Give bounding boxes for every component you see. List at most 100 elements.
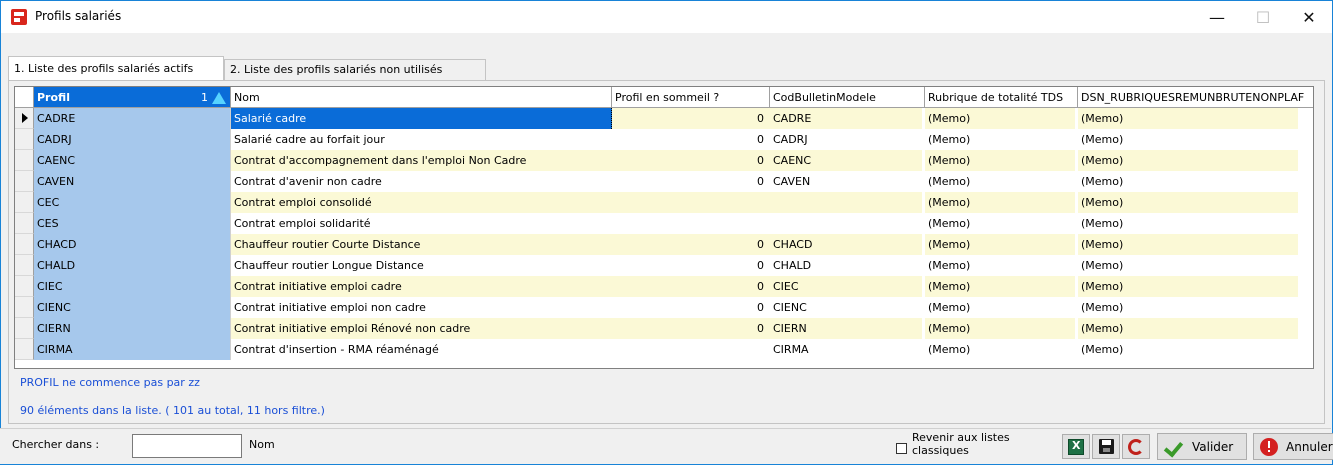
row-indicator[interactable] — [15, 192, 34, 213]
cell-sommeil[interactable] — [612, 192, 766, 213]
cell-sommeil[interactable]: 0 — [612, 171, 766, 192]
row-indicator[interactable] — [15, 339, 34, 360]
cell-profil[interactable]: CIEC — [34, 276, 231, 297]
cell-codbul[interactable]: CIERN — [770, 318, 922, 339]
cell-sommeil[interactable]: 0 — [612, 129, 766, 150]
cell-profil[interactable]: CADRJ — [34, 129, 231, 150]
cell-codbul[interactable]: CIEC — [770, 276, 922, 297]
cell-dsn[interactable]: (Memo) — [1078, 108, 1298, 129]
annuler-button[interactable]: Annuler — [1253, 433, 1333, 460]
cell-nom[interactable]: Contrat initiative emploi cadre — [231, 276, 612, 297]
cell-profil[interactable]: CAENC — [34, 150, 231, 171]
cell-sommeil[interactable]: 0 — [612, 234, 766, 255]
cell-codbul[interactable]: CIRMA — [770, 339, 922, 360]
cell-dsn[interactable]: (Memo) — [1078, 150, 1298, 171]
cell-rubrique[interactable]: (Memo) — [925, 297, 1075, 318]
table-row[interactable]: CIRMA Contrat d'insertion - RMA réaménagé… — [15, 339, 1313, 360]
cell-rubrique[interactable]: (Memo) — [925, 234, 1075, 255]
row-indicator[interactable] — [15, 234, 34, 255]
row-indicator[interactable] — [15, 129, 34, 150]
cell-dsn[interactable]: (Memo) — [1078, 192, 1298, 213]
current-row-indicator-icon[interactable] — [15, 108, 34, 129]
table-row[interactable]: CES Contrat emploi solidarité (Memo) (Memo) — [15, 213, 1313, 234]
cell-rubrique[interactable]: (Memo) — [925, 255, 1075, 276]
cell-rubrique[interactable]: (Memo) — [925, 129, 1075, 150]
cell-codbul[interactable]: CAENC — [770, 150, 922, 171]
cell-dsn[interactable]: (Memo) — [1078, 276, 1298, 297]
cell-rubrique[interactable]: (Memo) — [925, 339, 1075, 360]
cell-sommeil[interactable] — [612, 339, 766, 360]
save-layout-button[interactable] — [1092, 434, 1120, 459]
column-header-rubrique[interactable]: Rubrique de totalité TDS — [925, 87, 1078, 108]
table-row[interactable]: CIERN Contrat initiative emploi Rénové no… — [15, 318, 1313, 339]
cell-rubrique[interactable]: (Memo) — [925, 213, 1075, 234]
table-row[interactable]: CIENC Contrat initiative emploi non cadre… — [15, 297, 1313, 318]
cell-codbul[interactable]: CAVEN — [770, 171, 922, 192]
maximize-button[interactable]: ☐ — [1240, 1, 1286, 33]
minimize-button[interactable]: — — [1194, 1, 1240, 33]
row-indicator[interactable] — [15, 255, 34, 276]
cell-codbul[interactable] — [770, 213, 922, 234]
cell-nom[interactable]: Contrat initiative emploi Rénové non cad… — [231, 318, 612, 339]
cell-nom[interactable]: Chauffeur routier Courte Distance — [231, 234, 612, 255]
cell-rubrique[interactable]: (Memo) — [925, 318, 1075, 339]
row-indicator[interactable] — [15, 213, 34, 234]
reset-layout-button[interactable] — [1122, 434, 1150, 459]
cell-nom[interactable]: Contrat emploi consolidé — [231, 192, 612, 213]
cell-nom[interactable]: Contrat d'insertion - RMA réaménagé — [231, 339, 612, 360]
cell-sommeil[interactable] — [612, 213, 766, 234]
cell-profil[interactable]: CIENC — [34, 297, 231, 318]
tab-unused-profiles[interactable]: 2. Liste des profils salariés non utilis… — [224, 59, 486, 80]
row-indicator[interactable] — [15, 171, 34, 192]
cell-dsn[interactable]: (Memo) — [1078, 171, 1298, 192]
cell-rubrique[interactable]: (Memo) — [925, 171, 1075, 192]
cell-profil[interactable]: CEC — [34, 192, 231, 213]
table-row[interactable]: CHACD Chauffeur routier Courte Distance 0 C… — [15, 234, 1313, 255]
cell-dsn[interactable]: (Memo) — [1078, 255, 1298, 276]
cell-dsn[interactable]: (Memo) — [1078, 234, 1298, 255]
column-header-codbulletin[interactable]: CodBulletinModele — [770, 87, 925, 108]
profiles-grid[interactable]: Profil 1 Nom Profil en sommeil ? CodBull… — [14, 86, 1314, 369]
row-indicator[interactable] — [15, 276, 34, 297]
cell-codbul[interactable]: CHACD — [770, 234, 922, 255]
cell-dsn[interactable]: (Memo) — [1078, 129, 1298, 150]
row-indicator[interactable] — [15, 297, 34, 318]
cell-sommeil[interactable]: 0 — [612, 318, 766, 339]
search-input[interactable] — [132, 434, 242, 458]
cell-sommeil[interactable]: 0 — [612, 150, 766, 171]
cell-nom[interactable]: Chauffeur routier Longue Distance — [231, 255, 612, 276]
cell-codbul[interactable]: CADRJ — [770, 129, 922, 150]
cell-dsn[interactable]: (Memo) — [1078, 318, 1298, 339]
table-row[interactable]: CIEC Contrat initiative emploi cadre 0 CIEC… — [15, 276, 1313, 297]
revert-classic-lists-label[interactable]: Revenir aux listes classiques — [912, 431, 1042, 457]
table-row[interactable]: CADRJ Salarié cadre au forfait jour 0 CADRJ… — [15, 129, 1313, 150]
cell-profil[interactable]: CAVEN — [34, 171, 231, 192]
revert-classic-lists-checkbox[interactable] — [896, 443, 907, 454]
cell-codbul[interactable]: CADRE — [770, 108, 922, 129]
cell-sommeil[interactable]: 0 — [612, 297, 766, 318]
column-header-profil[interactable]: Profil 1 — [34, 87, 231, 108]
close-button[interactable]: ✕ — [1286, 1, 1332, 33]
cell-nom[interactable]: Contrat initiative emploi non cadre — [231, 297, 612, 318]
row-indicator[interactable] — [15, 150, 34, 171]
cell-dsn[interactable]: (Memo) — [1078, 339, 1298, 360]
cell-rubrique[interactable]: (Memo) — [925, 108, 1075, 129]
cell-codbul[interactable]: CHALD — [770, 255, 922, 276]
export-excel-button[interactable] — [1062, 434, 1090, 459]
cell-profil[interactable]: CIERN — [34, 318, 231, 339]
cell-nom[interactable]: Contrat emploi solidarité — [231, 213, 612, 234]
valider-button[interactable]: Valider — [1157, 433, 1247, 460]
cell-profil[interactable]: CHACD — [34, 234, 231, 255]
cell-nom[interactable]: Contrat d'accompagnement dans l'emploi N… — [231, 150, 612, 171]
cell-profil[interactable]: CES — [34, 213, 231, 234]
table-row[interactable]: CADRE Salarié cadre 0 CADRE (Memo) (Memo) — [15, 108, 1313, 129]
table-row[interactable]: CEC Contrat emploi consolidé (Memo) (Memo) — [15, 192, 1313, 213]
row-indicator[interactable] — [15, 318, 34, 339]
cell-codbul[interactable]: CIENC — [770, 297, 922, 318]
table-row[interactable]: CAENC Contrat d'accompagnement dans l'emp… — [15, 150, 1313, 171]
cell-codbul[interactable] — [770, 192, 922, 213]
tab-active-profiles[interactable]: 1. Liste des profils salariés actifs — [8, 56, 224, 80]
cell-nom[interactable]: Contrat d'avenir non cadre — [231, 171, 612, 192]
cell-dsn[interactable]: (Memo) — [1078, 297, 1298, 318]
cell-sommeil[interactable]: 0 — [612, 108, 766, 129]
